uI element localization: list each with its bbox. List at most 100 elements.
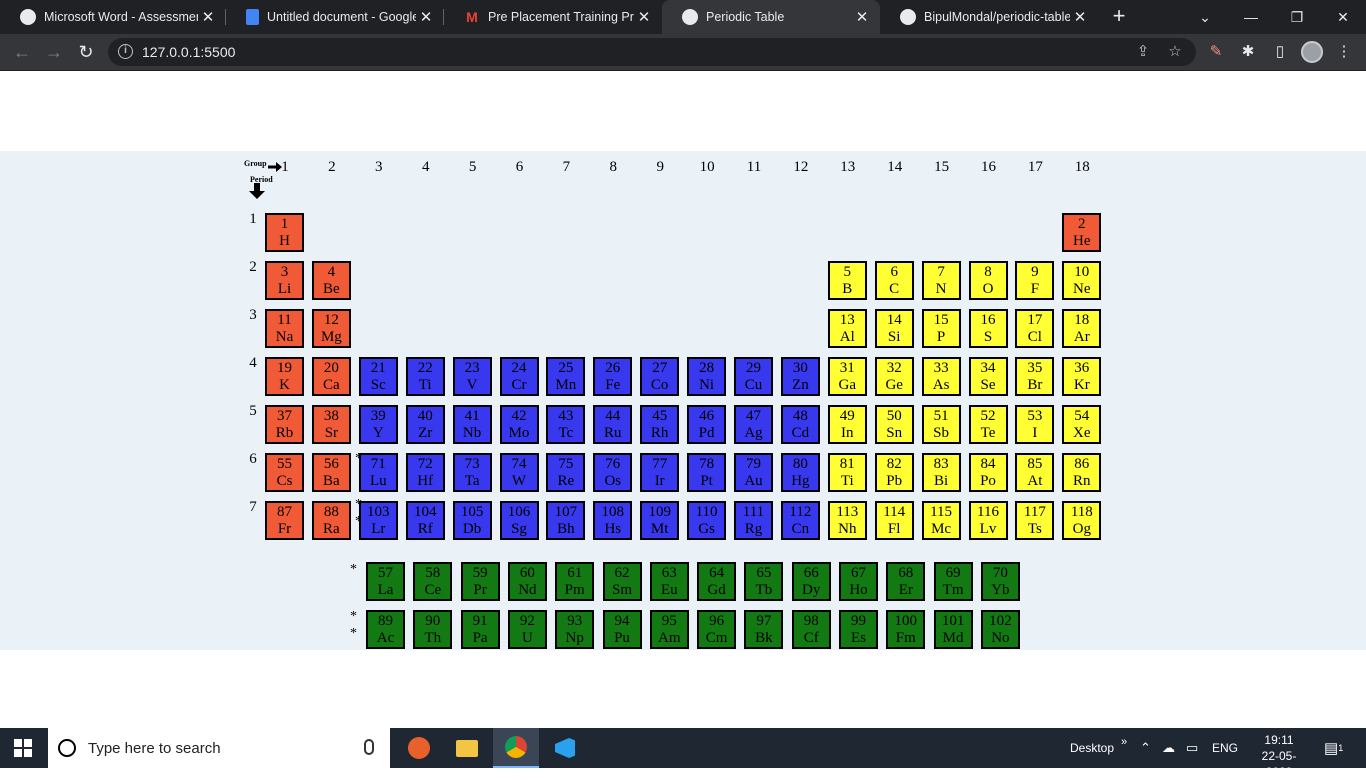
element-cell[interactable]: 117 Ts xyxy=(1015,501,1055,540)
tab-search-icon[interactable]: ⌄ xyxy=(1182,0,1228,34)
element-cell[interactable]: 77 Ir xyxy=(640,453,680,492)
menu-kebab-icon[interactable]: ⋮ xyxy=(1334,42,1354,62)
element-cell[interactable]: 110 Gs xyxy=(687,501,727,540)
forward-arrow-icon[interactable]: → xyxy=(42,40,66,64)
element-cell[interactable]: 112 Cn xyxy=(780,501,820,540)
element-cell[interactable]: 62 Sm xyxy=(602,562,642,601)
element-cell[interactable]: 83 Bi xyxy=(921,453,961,492)
element-cell[interactable]: 56 Ba xyxy=(311,453,351,492)
element-cell[interactable]: 73 Ta xyxy=(452,453,492,492)
file-explorer-icon[interactable] xyxy=(444,728,490,768)
element-cell[interactable]: 76 Os xyxy=(593,453,633,492)
element-cell[interactable]: 13 Al xyxy=(827,309,867,348)
element-cell[interactable]: 30 Zn xyxy=(780,357,820,396)
language-indicator[interactable]: ENG xyxy=(1212,728,1238,768)
element-cell[interactable]: 113 Nh xyxy=(827,501,867,540)
element-cell[interactable]: 18 Ar xyxy=(1062,309,1102,348)
element-cell[interactable]: 25 Mn xyxy=(546,357,586,396)
avatar[interactable] xyxy=(1301,41,1323,63)
element-cell[interactable]: 29 Cu xyxy=(734,357,773,396)
element-cell[interactable]: 94 Pu xyxy=(602,610,642,649)
element-cell[interactable]: 39 Y xyxy=(358,405,398,444)
element-cell[interactable]: 64 Gd xyxy=(697,562,737,601)
element-cell[interactable]: 44 Ru xyxy=(593,405,633,444)
element-cell[interactable]: 108 Hs xyxy=(593,501,633,540)
extensions-puzzle-icon[interactable]: ✱ xyxy=(1238,42,1258,62)
element-cell[interactable]: 14 Si xyxy=(874,309,914,348)
pen-extension-icon[interactable]: ✎ xyxy=(1206,42,1226,62)
back-arrow-icon[interactable]: ← xyxy=(10,40,34,64)
element-cell[interactable]: 97 Bk xyxy=(744,610,784,649)
element-cell[interactable]: 38 Sr xyxy=(311,405,351,444)
element-cell[interactable]: 96 Cm xyxy=(697,610,737,649)
element-cell[interactable]: 58 Ce xyxy=(413,562,453,601)
element-cell[interactable]: 15 P xyxy=(921,309,961,348)
element-cell[interactable]: 81 Ti xyxy=(827,453,867,492)
close-icon[interactable]: ✕ xyxy=(198,8,218,26)
element-cell[interactable]: 67 Ho xyxy=(839,562,878,601)
address-bar[interactable]: i 127.0.0.1:5500 ⇪ ☆ xyxy=(108,38,1196,66)
element-cell[interactable]: 16 S xyxy=(968,309,1008,348)
element-cell[interactable]: 114 Fl xyxy=(874,501,914,540)
element-cell[interactable]: 45 Rh xyxy=(640,405,680,444)
close-icon[interactable]: ✕ xyxy=(634,8,654,26)
info-icon[interactable]: i xyxy=(118,44,133,59)
close-window-button[interactable]: ✕ xyxy=(1320,0,1366,34)
share-icon[interactable]: ⇪ xyxy=(1134,43,1152,61)
element-cell[interactable]: 48 Cd xyxy=(780,405,820,444)
tab-gmail[interactable]: M Pre Placement Training Pro ✕ xyxy=(444,0,662,34)
element-cell[interactable]: 1H xyxy=(265,213,304,252)
element-cell[interactable]: 106 Sg xyxy=(499,501,539,540)
restore-button[interactable]: ❐ xyxy=(1274,0,1320,34)
element-cell[interactable]: 70 Yb xyxy=(980,562,1020,601)
element-cell[interactable]: 118 Og xyxy=(1062,501,1102,540)
element-cell[interactable]: 59 Pr xyxy=(460,562,500,601)
element-cell[interactable]: 90 Th xyxy=(413,610,453,649)
element-cell[interactable]: 51 Sb xyxy=(921,405,961,444)
element-cell[interactable]: 3 Li xyxy=(265,261,304,300)
element-cell[interactable]: 80 Hg xyxy=(780,453,820,492)
element-cell[interactable]: 6C xyxy=(874,261,914,300)
element-cell[interactable]: 105 Db xyxy=(452,501,492,540)
element-cell[interactable]: 65 Tb xyxy=(744,562,784,601)
element-cell[interactable]: 35 Br xyxy=(1015,357,1055,396)
taskbar-search-box[interactable]: Type here to search xyxy=(48,728,390,768)
element-cell[interactable]: 41 Nb xyxy=(452,405,492,444)
element-cell[interactable]: 63 Eu xyxy=(649,562,689,601)
cloud-icon[interactable]: ☁ xyxy=(1162,728,1175,768)
element-cell[interactable]: 103 Lr xyxy=(358,501,398,540)
element-cell[interactable]: 89 Ac xyxy=(366,610,405,649)
element-cell[interactable]: 31 Ga xyxy=(827,357,867,396)
element-cell[interactable]: 107 Bh xyxy=(546,501,586,540)
element-cell[interactable]: 36 Kr xyxy=(1062,357,1102,396)
element-cell[interactable]: 50 Sn xyxy=(874,405,914,444)
element-cell[interactable]: 92 U xyxy=(507,610,547,649)
vscode-icon[interactable] xyxy=(542,728,588,768)
element-cell[interactable]: 5B xyxy=(827,261,867,300)
element-cell[interactable]: 109 Mt xyxy=(640,501,680,540)
element-cell[interactable]: 7N xyxy=(921,261,961,300)
new-tab-button[interactable]: + xyxy=(1108,5,1130,27)
element-cell[interactable]: 19 K xyxy=(265,357,304,396)
element-cell[interactable]: 79 Au xyxy=(734,453,773,492)
url-text[interactable]: 127.0.0.1:5500 xyxy=(142,44,235,60)
element-cell[interactable]: 32 Ge xyxy=(874,357,914,396)
element-cell[interactable]: 53 I xyxy=(1015,405,1055,444)
element-cell[interactable]: 75 Re xyxy=(546,453,586,492)
element-cell[interactable]: 68 Er xyxy=(886,562,926,601)
element-cell[interactable]: 78 Pt xyxy=(687,453,727,492)
element-cell[interactable]: 27 Co xyxy=(640,357,680,396)
element-cell[interactable]: 104 Rf xyxy=(405,501,445,540)
element-cell[interactable]: 46 Pd xyxy=(687,405,727,444)
reload-icon[interactable]: ↻ xyxy=(74,40,98,64)
windows-start-icon[interactable] xyxy=(14,739,32,757)
element-cell[interactable]: 21 Sc xyxy=(358,357,398,396)
close-icon[interactable]: ✕ xyxy=(416,8,436,26)
element-cell[interactable]: 8O xyxy=(968,261,1008,300)
chrome-icon[interactable] xyxy=(493,728,539,768)
element-cell[interactable]: 88 Ra xyxy=(311,501,351,540)
element-cell[interactable]: 42 Mo xyxy=(499,405,539,444)
element-cell[interactable]: 98 Cf xyxy=(791,610,831,649)
element-cell[interactable]: 23 V xyxy=(452,357,492,396)
chevron-right-icon[interactable]: » xyxy=(1121,722,1127,762)
